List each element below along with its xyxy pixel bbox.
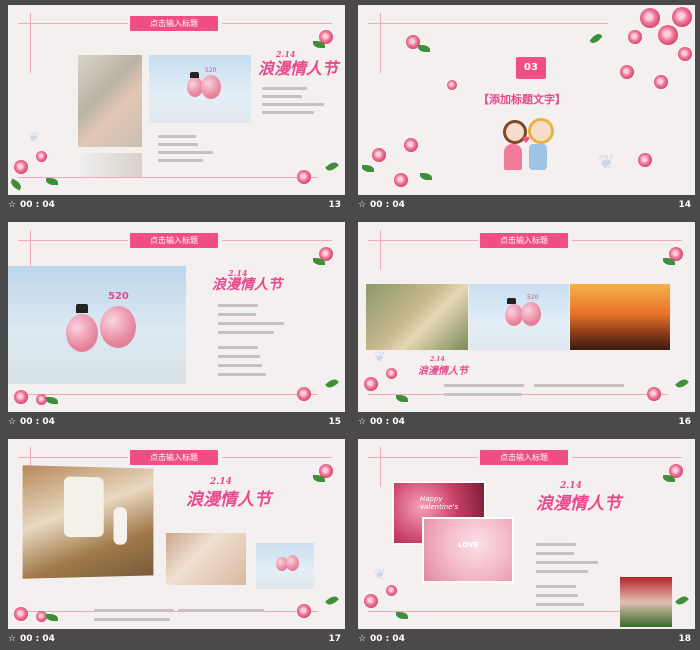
- photo-couple-road: [22, 465, 154, 579]
- slide-canvas: 03 【添加标题文字】 ♥ ❦: [358, 5, 695, 195]
- photo-bench-couple: [620, 577, 672, 627]
- script-text: 浪漫情人节: [212, 277, 282, 293]
- slide-canvas: 点击输入标题 2.14 浪漫情人节: [8, 439, 345, 629]
- transition-time: 00 : 04: [20, 417, 55, 427]
- slide-status-bar: ☆ 00 : 04 15: [0, 412, 345, 433]
- slide-thumbnail-13[interactable]: 点击输入标题 520 2.14 浪漫情人节 ❦ ☆ 00 : 04 13: [0, 0, 345, 216]
- slide-canvas: 点击输入标题 520 2.14 浪漫情人节 ❦: [8, 5, 345, 195]
- title-banner[interactable]: 点击输入标题: [130, 16, 218, 31]
- title-banner[interactable]: 点击输入标题: [130, 233, 218, 248]
- slide-number: 13: [328, 200, 341, 210]
- slide-thumbnail-14[interactable]: 03 【添加标题文字】 ♥ ❦ ☆ 00 : 04 14: [350, 0, 695, 216]
- photo-balloons: 520: [149, 55, 251, 123]
- script-text: 浪漫情人节: [258, 59, 339, 78]
- slide-number: 17: [328, 634, 341, 644]
- star-icon: ☆: [8, 634, 17, 644]
- transition-time: 00 : 04: [370, 200, 405, 210]
- star-icon: ☆: [358, 634, 367, 644]
- script-title: 2.14 浪漫情人节: [418, 356, 468, 377]
- card-text: Happy valentine's: [420, 495, 459, 511]
- script-date: 2.14: [430, 356, 445, 363]
- photo-love-bokeh: LOVE: [422, 517, 514, 583]
- slide-number: 14: [678, 200, 691, 210]
- slide-status-bar: ☆ 00 : 04 18: [350, 629, 695, 650]
- photo-small: [80, 153, 142, 177]
- transition-time: 00 : 04: [20, 634, 55, 644]
- slide-number: 18: [678, 634, 691, 644]
- script-date: 2.14: [276, 49, 296, 59]
- badge-520: 520: [108, 291, 129, 302]
- script-text: 浪漫情人节: [536, 494, 621, 514]
- couple-illustration: ♥: [498, 118, 558, 183]
- script-title: 2.14 浪漫情人节: [536, 481, 621, 514]
- section-number-badge: 03: [516, 57, 546, 79]
- slide-canvas: 点击输入标题 Happy valentine's LOVE 2.14 浪漫情人节…: [358, 439, 695, 629]
- photo-balloons: 520: [8, 266, 186, 384]
- photo-balloons-small: [256, 543, 314, 589]
- transition-time: 00 : 04: [370, 634, 405, 644]
- script-date: 2.14: [228, 268, 248, 278]
- slide-number: 15: [328, 417, 341, 427]
- title-banner[interactable]: 点击输入标题: [480, 450, 568, 465]
- script-title: 2.14 浪漫情人节: [212, 268, 282, 294]
- transition-time: 00 : 04: [20, 200, 55, 210]
- slide-canvas: 点击输入标题 520 2.14 浪漫情人节: [8, 222, 345, 412]
- section-heading[interactable]: 【添加标题文字】: [478, 91, 566, 107]
- photo-sunset-bench: [570, 284, 670, 350]
- star-icon: ☆: [358, 417, 367, 427]
- script-text: 浪漫情人节: [418, 366, 468, 377]
- slide-status-bar: ☆ 00 : 04 16: [350, 412, 695, 433]
- star-icon: ☆: [8, 417, 17, 427]
- slide-thumbnail-17[interactable]: 点击输入标题 2.14 浪漫情人节 ☆ 00 : 04 17: [0, 434, 345, 650]
- photo-couple-field: [366, 284, 468, 350]
- star-icon: ☆: [358, 200, 367, 210]
- badge-520: 520: [527, 294, 539, 301]
- script-text: 浪漫情人节: [186, 490, 271, 510]
- script-date: 2.14: [560, 481, 582, 491]
- photo-hands-love: [166, 533, 246, 585]
- transition-time: 00 : 04: [370, 417, 405, 427]
- script-title: 2.14 浪漫情人节: [258, 49, 339, 79]
- photo-balloons: 520: [469, 284, 569, 350]
- title-banner[interactable]: 点击输入标题: [480, 233, 568, 248]
- title-banner[interactable]: 点击输入标题: [130, 450, 218, 465]
- script-title: 2.14 浪漫情人节: [186, 477, 271, 510]
- badge-520: 520: [205, 67, 217, 74]
- star-icon: ☆: [8, 200, 17, 210]
- love-text: LOVE: [458, 541, 479, 549]
- script-date: 2.14: [210, 477, 232, 487]
- slide-thumbnail-18[interactable]: 点击输入标题 Happy valentine's LOVE 2.14 浪漫情人节…: [350, 434, 695, 650]
- slide-thumbnail-15[interactable]: 点击输入标题 520 2.14 浪漫情人节 ☆ 00 : 04 15: [0, 217, 345, 433]
- slide-status-bar: ☆ 00 : 04 13: [0, 195, 345, 216]
- slide-canvas: 点击输入标题 520 2.14 浪漫情人节 ❦: [358, 222, 695, 412]
- slide-number: 16: [678, 417, 691, 427]
- slide-status-bar: ☆ 00 : 04 17: [0, 629, 345, 650]
- photo-hands: [78, 55, 142, 147]
- slide-thumbnail-16[interactable]: 点击输入标题 520 2.14 浪漫情人节 ❦ ☆ 00 : 04 16: [350, 217, 695, 433]
- slide-status-bar: ☆ 00 : 04 14: [350, 195, 695, 216]
